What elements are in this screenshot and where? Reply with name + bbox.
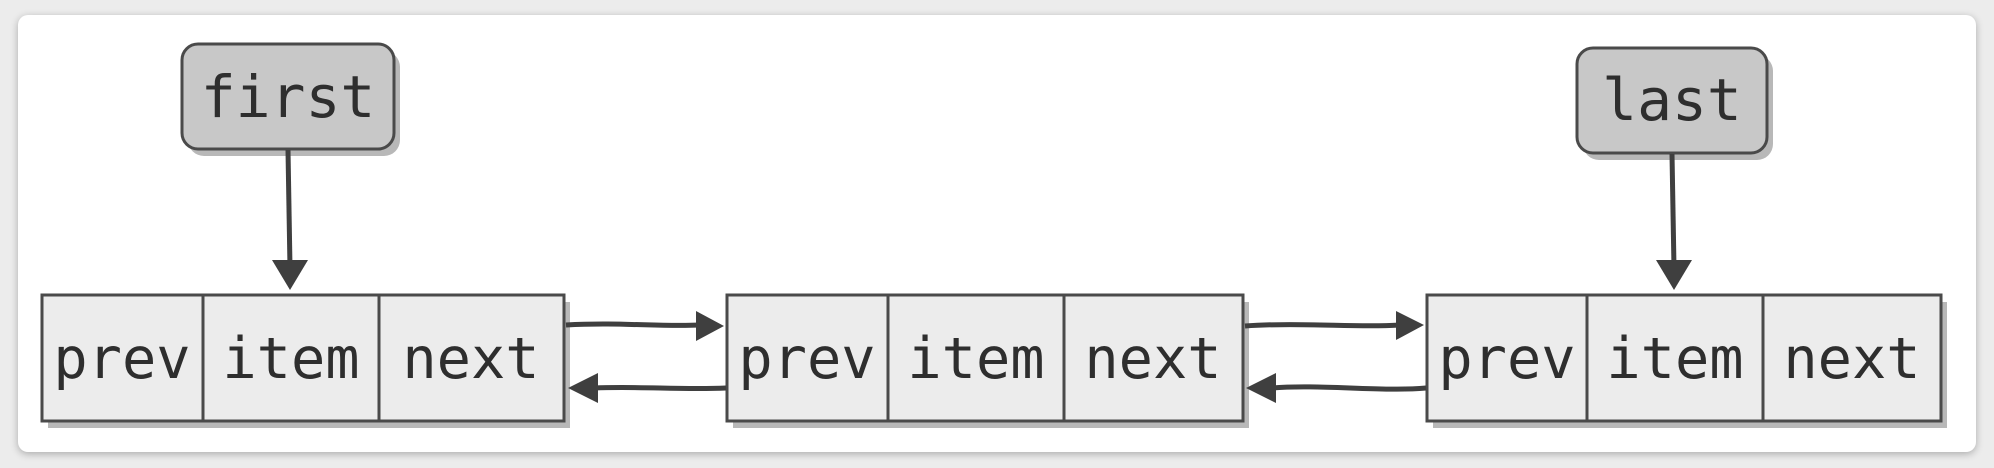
node-2-prev-field: prev [738,326,875,392]
node-1-next-field: next [402,326,539,392]
doubly-linked-list-diagram: first last prev item next prev item next [40,42,1947,428]
list-node-2: prev item next [725,293,1249,428]
last-pointer-arrow [1656,153,1692,290]
node-3-prev-field: prev [1438,326,1575,392]
link-node3-to-node2-prev [1246,373,1427,403]
last-pointer: last [1575,46,1773,160]
last-pointer-label: last [1602,66,1742,134]
link-node2-to-node3-next [1244,311,1424,340]
node-3-item-field: item [1606,326,1743,392]
first-pointer-arrow [272,149,308,290]
node-3-next-field: next [1783,326,1920,392]
node-2-next-field: next [1084,326,1221,392]
node-1-item-field: item [222,326,359,392]
node-2-item-field: item [907,326,1044,392]
list-node-3: prev item next [1425,293,1947,428]
link-node1-to-node2-next [565,311,724,341]
node-1-prev-field: prev [53,326,190,392]
list-node-1: prev item next [40,293,570,428]
first-pointer: first [180,42,400,156]
first-pointer-label: first [201,63,376,131]
link-node2-to-node1-prev [568,373,727,403]
